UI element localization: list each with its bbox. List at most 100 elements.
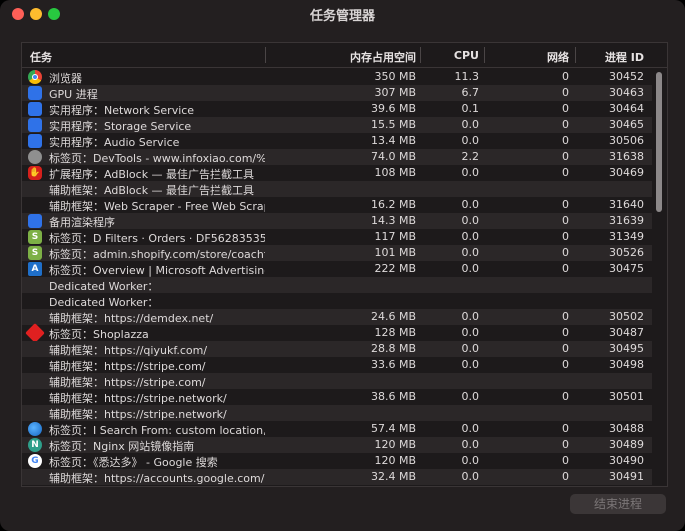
table-row[interactable]: 辅助框架：https://qiyukf.com/28.8 MB 0.0 0 30495 <box>22 341 652 357</box>
pid-cell: 30491 <box>609 470 644 483</box>
shopify-icon: S <box>28 246 42 260</box>
column-header-memory[interactable]: 内存占用空间 <box>312 49 416 65</box>
column-header-network[interactable]: 网络 <box>492 49 569 65</box>
network-cell: 0 <box>562 166 569 179</box>
pid-cell: 30488 <box>609 422 644 435</box>
puzzle-icon <box>28 86 42 100</box>
memory-cell: 39.6 MB <box>370 102 416 115</box>
column-header-pid[interactable]: 进程 ID <box>582 49 644 65</box>
process-name-cell: 备用渲染程序 <box>49 216 115 229</box>
process-name-cell: 辅助框架：AdBlock — 最佳广告拦截工具 <box>49 184 255 197</box>
process-name-cell: Dedicated Worker： <box>49 280 159 293</box>
globe-icon <box>28 150 42 164</box>
ms-advertising-icon: A <box>28 262 42 276</box>
table-row[interactable]: S 标签页：admin.shopify.com/store/coachfi 101 … <box>22 245 652 261</box>
network-cell: 0 <box>562 358 569 371</box>
column-divider[interactable] <box>420 47 421 63</box>
table-row[interactable]: 标签页：I Search From: custom location, l 57.… <box>22 421 652 437</box>
process-name-cell: 辅助框架：Web Scraper - Free Web Scrap <box>49 200 265 213</box>
column-header-task[interactable]: 任务 <box>30 49 52 65</box>
table-row[interactable]: 辅助框架：https://stripe.network/38.6 MB 0.0 0 3… <box>22 389 652 405</box>
pid-cell: 30498 <box>609 358 644 371</box>
table-row[interactable]: S 标签页：D Filters · Orders · DF56283535 117 … <box>22 229 652 245</box>
cpu-cell: 0.0 <box>461 230 480 243</box>
table-row[interactable]: 辅助框架：Web Scraper - Free Web Scrap 16.2 MB… <box>22 197 652 213</box>
network-cell: 0 <box>562 118 569 131</box>
network-cell: 0 <box>562 454 569 467</box>
memory-cell: 28.8 MB <box>370 342 416 355</box>
process-name-cell: 辅助框架：https://stripe.network/ <box>49 408 227 421</box>
memory-cell: 120 MB <box>374 438 416 451</box>
cpu-cell: 0.0 <box>461 214 480 227</box>
memory-cell: 16.2 MB <box>370 198 416 211</box>
table-row[interactable]: 辅助框架：https://accounts.google.com/32.4 MB… <box>22 469 652 485</box>
process-name-cell: 实用程序：Network Service <box>49 104 195 117</box>
scrollbar-thumb[interactable] <box>656 72 662 212</box>
table-row[interactable]: N 标签页：Nginx 网站镜像指南 120 MB 0.0 0 30489 <box>22 437 652 453</box>
pid-cell: 30469 <box>609 166 644 179</box>
nginx-icon: N <box>28 438 42 452</box>
memory-cell: 108 MB <box>374 166 416 179</box>
pid-cell: 30475 <box>609 262 644 275</box>
process-name-cell: 标签页：admin.shopify.com/store/coachfi <box>49 248 265 261</box>
task-manager-window: 任务管理器 任务 内存占用空间 CPU 网络 进程 ID 浏览器 350 MB 11… <box>0 0 685 531</box>
memory-cell: 13.4 MB <box>370 134 416 147</box>
end-process-button[interactable]: 结束进程 <box>570 494 666 514</box>
table-row[interactable]: Dedicated Worker： <box>22 277 652 293</box>
pid-cell: 30489 <box>609 438 644 451</box>
vertical-scrollbar[interactable] <box>654 69 664 483</box>
table-row[interactable]: 标签页：Shoplazza 128 MB 0.0 0 30487 <box>22 323 652 343</box>
cpu-cell: 0.0 <box>461 422 480 435</box>
network-cell: 0 <box>562 470 569 483</box>
process-name-cell: 辅助框架：https://qiyukf.com/ <box>49 344 208 357</box>
table-row[interactable]: A 标签页：Overview | Microsoft Advertising 222… <box>22 261 652 277</box>
table-row[interactable]: 标签页：DevTools - www.infoxiao.com/%E 74.0 M… <box>22 149 652 165</box>
memory-cell: 24.6 MB <box>370 310 416 323</box>
process-name-cell: 标签页：Nginx 网站镜像指南 <box>49 440 195 453</box>
memory-cell: 15.5 MB <box>370 118 416 131</box>
network-cell: 0 <box>562 422 569 435</box>
network-cell: 0 <box>562 150 569 163</box>
table-row[interactable]: 实用程序：Network Service 39.6 MB 0.1 0 30464 <box>22 101 652 117</box>
table-row[interactable]: GPU 进程 307 MB 6.7 0 30463 <box>22 85 652 101</box>
cpu-cell: 0.0 <box>461 310 480 323</box>
table-row[interactable]: 辅助框架：https://stripe.com/33.6 MB 0.0 0 30498 <box>22 357 652 373</box>
process-name-cell: 辅助框架：https://demdex.net/ <box>49 312 214 325</box>
cpu-cell: 0.0 <box>461 358 480 371</box>
memory-cell: 350 MB <box>374 70 416 83</box>
network-cell: 0 <box>562 342 569 355</box>
table-row[interactable]: Dedicated Worker： <box>22 293 652 309</box>
column-divider[interactable] <box>575 47 576 63</box>
table-row[interactable]: 辅助框架：https://demdex.net/24.6 MB 0.0 0 30502 <box>22 309 652 325</box>
column-header-cpu[interactable]: CPU <box>422 49 479 62</box>
memory-cell: 33.6 MB <box>370 358 416 371</box>
cpu-cell: 0.0 <box>461 326 480 339</box>
table-row[interactable]: G 标签页：《悉达多》 - Google 搜索 120 MB 0.0 0 30490 <box>22 453 652 469</box>
table-row[interactable]: 辅助框架：https://stripe.com/ <box>22 373 652 389</box>
network-cell: 0 <box>562 438 569 451</box>
chrome-icon <box>28 70 42 84</box>
pid-cell: 30490 <box>609 454 644 467</box>
table-row[interactable]: ✋ 扩展程序：AdBlock — 最佳广告拦截工具 108 MB 0.0 0 30469 <box>22 165 652 181</box>
table-row[interactable]: 辅助框架：AdBlock — 最佳广告拦截工具 <box>22 181 652 197</box>
pid-cell: 30464 <box>609 102 644 115</box>
process-name-cell: 标签页：Shoplazza <box>49 328 149 341</box>
column-divider[interactable] <box>484 47 485 63</box>
network-cell: 0 <box>562 246 569 259</box>
pid-cell: 30465 <box>609 118 644 131</box>
cpu-cell: 0.0 <box>461 454 480 467</box>
table-row[interactable]: 实用程序：Audio Service 13.4 MB 0.0 0 30506 <box>22 133 652 149</box>
table-row[interactable]: 浏览器 350 MB 11.3 0 30452 <box>22 69 652 85</box>
table-row[interactable]: 辅助框架：https://stripe.network/ <box>22 405 652 421</box>
process-name-cell: 标签页：Overview | Microsoft Advertising <box>49 264 265 277</box>
memory-cell: 307 MB <box>374 86 416 99</box>
process-table: 任务 内存占用空间 CPU 网络 进程 ID 浏览器 350 MB 11.3 0 304… <box>21 42 668 487</box>
memory-cell: 32.4 MB <box>370 470 416 483</box>
cpu-cell: 0.0 <box>461 390 480 403</box>
network-cell: 0 <box>562 214 569 227</box>
process-name-cell: 浏览器 <box>49 72 82 85</box>
table-row[interactable]: 实用程序：Storage Service 15.5 MB 0.0 0 30465 <box>22 117 652 133</box>
column-divider[interactable] <box>265 47 266 63</box>
table-row[interactable]: 备用渲染程序 14.3 MB 0.0 0 31639 <box>22 213 652 229</box>
pid-cell: 30487 <box>609 326 644 339</box>
